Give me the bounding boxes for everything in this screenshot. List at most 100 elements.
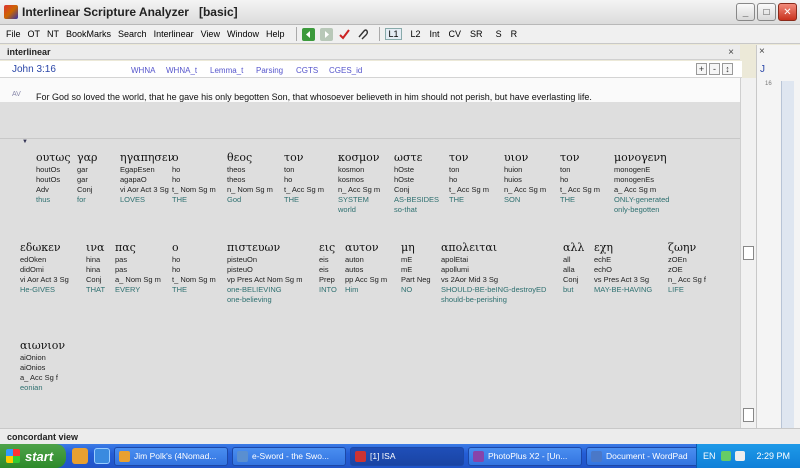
interlinear-word[interactable]: τον ton ho t_ Acc Sg m THE [449, 151, 489, 205]
link-cges-id[interactable]: CGES_id [329, 66, 362, 75]
greek-word: μη [401, 241, 415, 254]
interlinear-word[interactable]: γαρ gar gar Conj for [77, 151, 97, 205]
link-cgts[interactable]: CGTS [296, 66, 318, 75]
parsing: a_ Nom Sg m [115, 275, 161, 284]
minimize-button[interactable]: _ [736, 3, 755, 21]
menu-bookmarks[interactable]: BookMarks [66, 29, 111, 39]
panel-close-icon[interactable]: × [728, 45, 734, 60]
interlinear-word[interactable]: ζωην zOEn zOE n_ Acc Sg f LIFE [668, 241, 706, 295]
lemma: huios [504, 175, 522, 184]
link-whna-t[interactable]: WHNA_t [166, 66, 197, 75]
int-button[interactable]: Int [430, 29, 440, 39]
interlinear-word[interactable]: αυτον auton autos pp Acc Sg m Him [345, 241, 387, 295]
interlinear-word[interactable]: αιωνιον aiOnion aiOnios a_ Acc Sg f eonian [20, 339, 65, 393]
tray-icon[interactable] [734, 451, 745, 461]
verse-reference[interactable]: John 3:16 [12, 64, 56, 75]
interlinear-word[interactable]: απολειται apolEtai apollumi vs 2Aor Mid 3 S… [441, 241, 546, 305]
interlinear-word[interactable]: εις eis eis Prep INTO [319, 241, 337, 295]
menu-view[interactable]: View [201, 29, 220, 39]
interlinear-word[interactable]: ο ho ho t_ Nom Sg m THE [172, 241, 216, 295]
interlinear-word[interactable]: ωστε hOste hOste Conj AS-BESIDES so-that [394, 151, 439, 215]
adjust-button[interactable]: ↕ [722, 63, 733, 75]
arrow-right-icon[interactable] [320, 27, 334, 41]
greek-word: τον [284, 151, 304, 164]
link-parsing[interactable]: Parsing [256, 66, 283, 75]
desktop-icon[interactable] [94, 448, 110, 464]
lemma: autos [345, 265, 364, 274]
s-button[interactable]: S [496, 29, 502, 39]
taskbar-item[interactable]: e-Sword - the Swo... [232, 446, 346, 466]
menu-help[interactable]: Help [266, 29, 285, 39]
greek-word: ουτως [36, 151, 71, 164]
arrow-left-icon[interactable] [302, 27, 316, 41]
interlinear-panel-header: interlinear × [0, 45, 740, 60]
concordant-gloss: THAT [86, 285, 106, 294]
close-button[interactable]: ✕ [778, 3, 797, 21]
parsing: Part Neg [401, 275, 431, 284]
taskbar-item[interactable]: PhotoPlus X2 - [Un... [468, 446, 582, 466]
right-panel-scrollbar[interactable] [781, 81, 794, 468]
lemma: ho [449, 175, 458, 184]
l2-button[interactable]: L2 [411, 29, 421, 39]
transliteration: echE [594, 255, 612, 264]
language-indicator[interactable]: EN [703, 451, 716, 461]
interlinear-word[interactable]: εχη echE echO vs Pres Act 3 Sg MAY-BE-HAVING [594, 241, 652, 295]
check-icon[interactable] [338, 28, 351, 41]
scroll-thumb-lower[interactable] [743, 408, 754, 422]
interlinear-word[interactable]: θεος theos theos n_ Nom Sg m God [227, 151, 273, 205]
system-tray: EN 2:29 PM [696, 444, 800, 468]
task-icon [237, 450, 248, 462]
cv-button[interactable]: CV [449, 29, 462, 39]
parsing: vs Pres Act 3 Sg [594, 275, 650, 284]
zoom-out-button[interactable]: - [709, 63, 720, 75]
interlinear-word[interactable]: μη mE mE Part Neg NO [401, 241, 431, 295]
scroll-thumb[interactable] [743, 246, 754, 260]
interlinear-word[interactable]: ο ho ho t_ Nom Sg m THE [172, 151, 216, 205]
menu-nt[interactable]: NT [47, 29, 59, 39]
greek-word: ωστε [394, 151, 423, 164]
greek-word: ηγαπησεν [120, 151, 175, 164]
l1-button[interactable]: L1 [385, 28, 402, 40]
interlinear-word[interactable]: πιστευων pisteuOn pisteuO vp Pres Act Nom S… [227, 241, 302, 305]
menu-file[interactable]: File [6, 29, 21, 39]
parsing: Conj [86, 275, 102, 284]
menu-search[interactable]: Search [118, 29, 147, 39]
menu-window[interactable]: Window [227, 29, 259, 39]
link-lemma-t[interactable]: Lemma_t [210, 66, 243, 75]
taskbar-item[interactable]: Jim Polk's (4Nomad... [114, 446, 228, 466]
interlinear-word[interactable]: πας pas pas a_ Nom Sg m EVERY [115, 241, 161, 295]
firefox-icon[interactable] [72, 448, 88, 464]
sr-button[interactable]: SR [470, 29, 483, 39]
maximize-button[interactable]: □ [757, 3, 776, 21]
interlinear-word[interactable]: κοσμον kosmon kosmos n_ Acc Sg m SYSTEM world [338, 151, 380, 215]
taskbar-item[interactable]: Document - WordPad [586, 446, 700, 466]
lemma: monogenEs [614, 175, 655, 184]
r-button[interactable]: R [511, 29, 518, 39]
menu-ot[interactable]: OT [28, 29, 41, 39]
interlinear-word[interactable]: αλλ all alla Conj but [563, 241, 584, 295]
start-button[interactable]: start [0, 444, 66, 468]
tray-icon[interactable] [720, 451, 731, 461]
paperclip-icon[interactable] [356, 28, 369, 41]
interlinear-word[interactable]: ουτως houtOs houtOs Adv thus [36, 151, 71, 205]
interlinear-word[interactable]: τον ton ho t_ Acc Sg m THE [560, 151, 600, 205]
greek-word: εις [319, 241, 336, 254]
interlinear-word[interactable]: ηγαπησεν EgapEsen agapaO vi Aor Act 3 Sg LOV… [120, 151, 174, 205]
interlinear-word[interactable]: εδωκεν edOken didOmi vi Aor Act 3 Sg He-GIVE… [20, 241, 69, 295]
right-panel-close-icon[interactable]: × [759, 46, 765, 57]
concordant-gloss: NO [401, 285, 413, 294]
interlinear-word[interactable]: μονογενη monogenE monogenEs a_ Acc Sg m ONLY… [614, 151, 669, 215]
parsing: a_ Acc Sg f [20, 373, 58, 382]
interlinear-word[interactable]: υιον huion huios n_ Acc Sg m SON [504, 151, 546, 205]
taskbar-item[interactable]: [1] ISA [350, 446, 464, 466]
concordant-gloss: ONLY-generated [614, 195, 670, 204]
vertical-scrollbar[interactable] [740, 78, 756, 428]
zoom-in-button[interactable]: + [696, 63, 707, 75]
menu-interlinear[interactable]: Interlinear [154, 29, 194, 39]
parsing: Conj [77, 185, 93, 194]
interlinear-word[interactable]: τον ton ho t_ Acc Sg m THE [284, 151, 324, 205]
transliteration: hOste [394, 165, 415, 174]
link-whna[interactable]: WHNA [131, 66, 155, 75]
right-panel-reference[interactable]: J [760, 64, 765, 75]
interlinear-word[interactable]: ινα hina hina Conj THAT [86, 241, 105, 295]
